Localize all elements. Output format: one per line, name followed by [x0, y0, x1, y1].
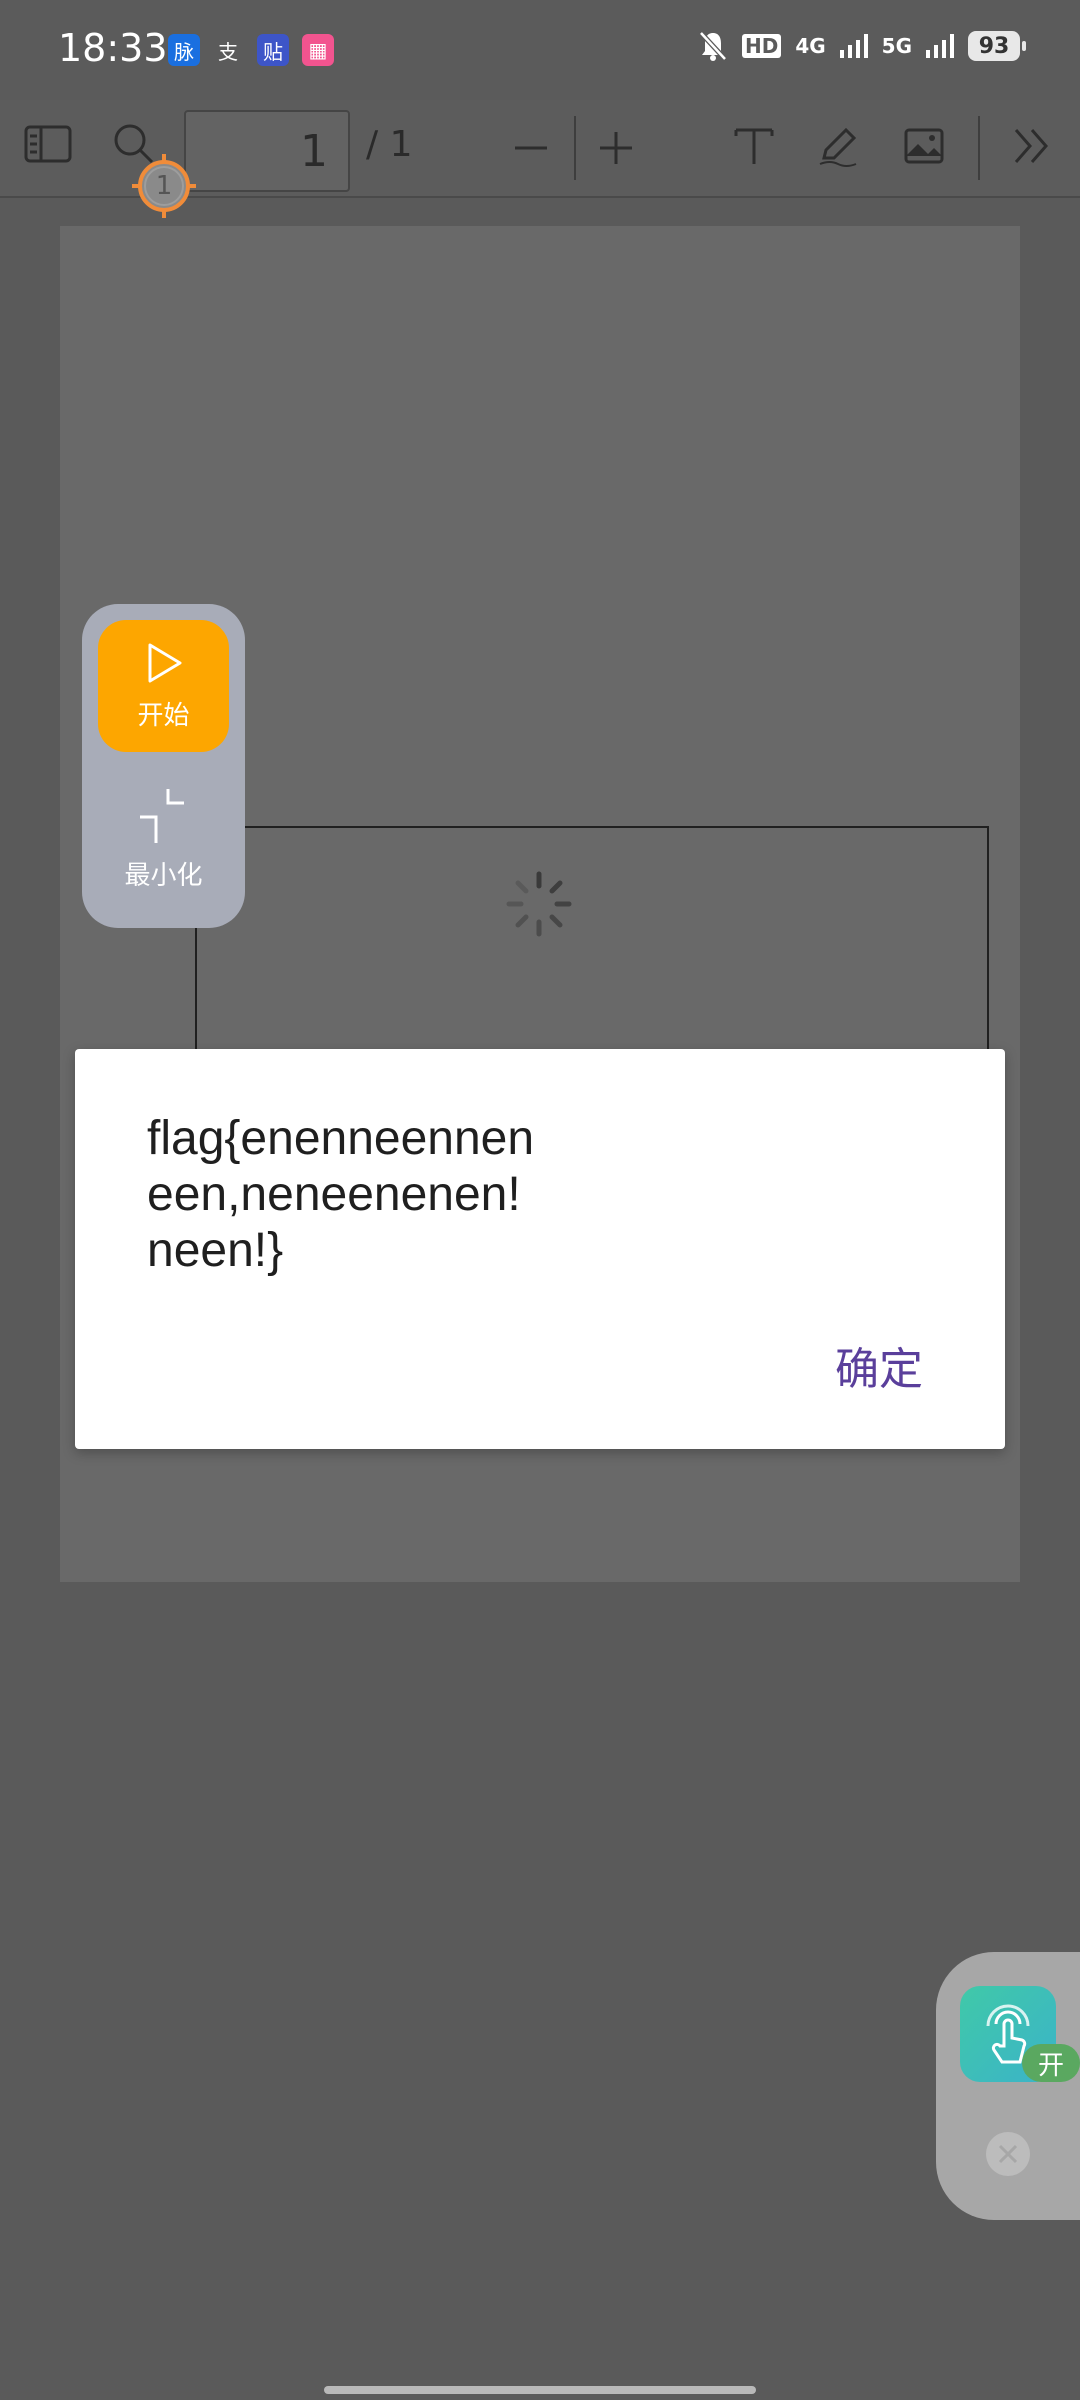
text-tool-icon[interactable]: [726, 118, 782, 174]
toolbar-divider: [574, 116, 576, 180]
home-indicator[interactable]: [324, 2386, 756, 2394]
annotation-marker[interactable]: 1: [132, 154, 196, 218]
sidebar-toggle-icon[interactable]: [20, 116, 76, 172]
annotation-number: 1: [155, 171, 173, 201]
minimize-label: 最小化: [124, 860, 203, 891]
toolbar-divider-2: [978, 116, 980, 180]
signal-icon-2: [926, 34, 954, 58]
start-button[interactable]: 开始: [98, 620, 229, 752]
status-time: 18:33: [58, 26, 168, 70]
floating-control-panel: 开始 最小化: [82, 604, 245, 928]
battery-indicator: 93: [968, 31, 1026, 61]
zhi-app-icon: 支: [218, 39, 238, 64]
zoom-in-icon[interactable]: [588, 120, 644, 176]
floating-assistant: 开: [936, 1952, 1080, 2220]
loading-spinner-icon: [506, 871, 572, 937]
flag-dialog: flag{enenneennen een,neneenenen! neen!} …: [75, 1049, 1005, 1449]
mute-bell-icon: [699, 31, 727, 61]
page-number-input[interactable]: 1: [184, 110, 350, 192]
image-tool-icon[interactable]: [896, 118, 952, 174]
network-4g-indicator: 4G: [795, 34, 826, 58]
tie-app-icon: 贴: [257, 34, 289, 66]
hd-indicator: HD: [741, 34, 782, 58]
more-tools-icon[interactable]: [1004, 118, 1060, 174]
mai-app-icon: 脉: [168, 34, 200, 66]
dialog-message: flag{enenneennen een,neneenenen! neen!}: [147, 1112, 535, 1277]
page-total: / 1: [366, 124, 413, 165]
play-icon: [148, 643, 181, 682]
status-indicators: HD 4G 5G 93: [698, 30, 1026, 62]
confirm-button[interactable]: 确定: [835, 1333, 923, 1397]
start-label: 开始: [137, 700, 190, 731]
network-5g-indicator: 5G: [881, 34, 912, 58]
close-icon[interactable]: [986, 2132, 1030, 2176]
zoom-out-icon[interactable]: [503, 120, 559, 176]
pen-tool-icon[interactable]: [810, 118, 866, 174]
signal-icon: [839, 34, 868, 58]
minimize-button[interactable]: 最小化: [98, 774, 229, 904]
bili-app-icon: ▦: [302, 34, 334, 66]
status-bar: 18:33 脉 支 贴 ▦ HD 4G 5G 93: [0, 0, 1080, 100]
assistant-on-badge: 开: [1022, 2044, 1080, 2082]
minimize-icon: [139, 788, 184, 843]
